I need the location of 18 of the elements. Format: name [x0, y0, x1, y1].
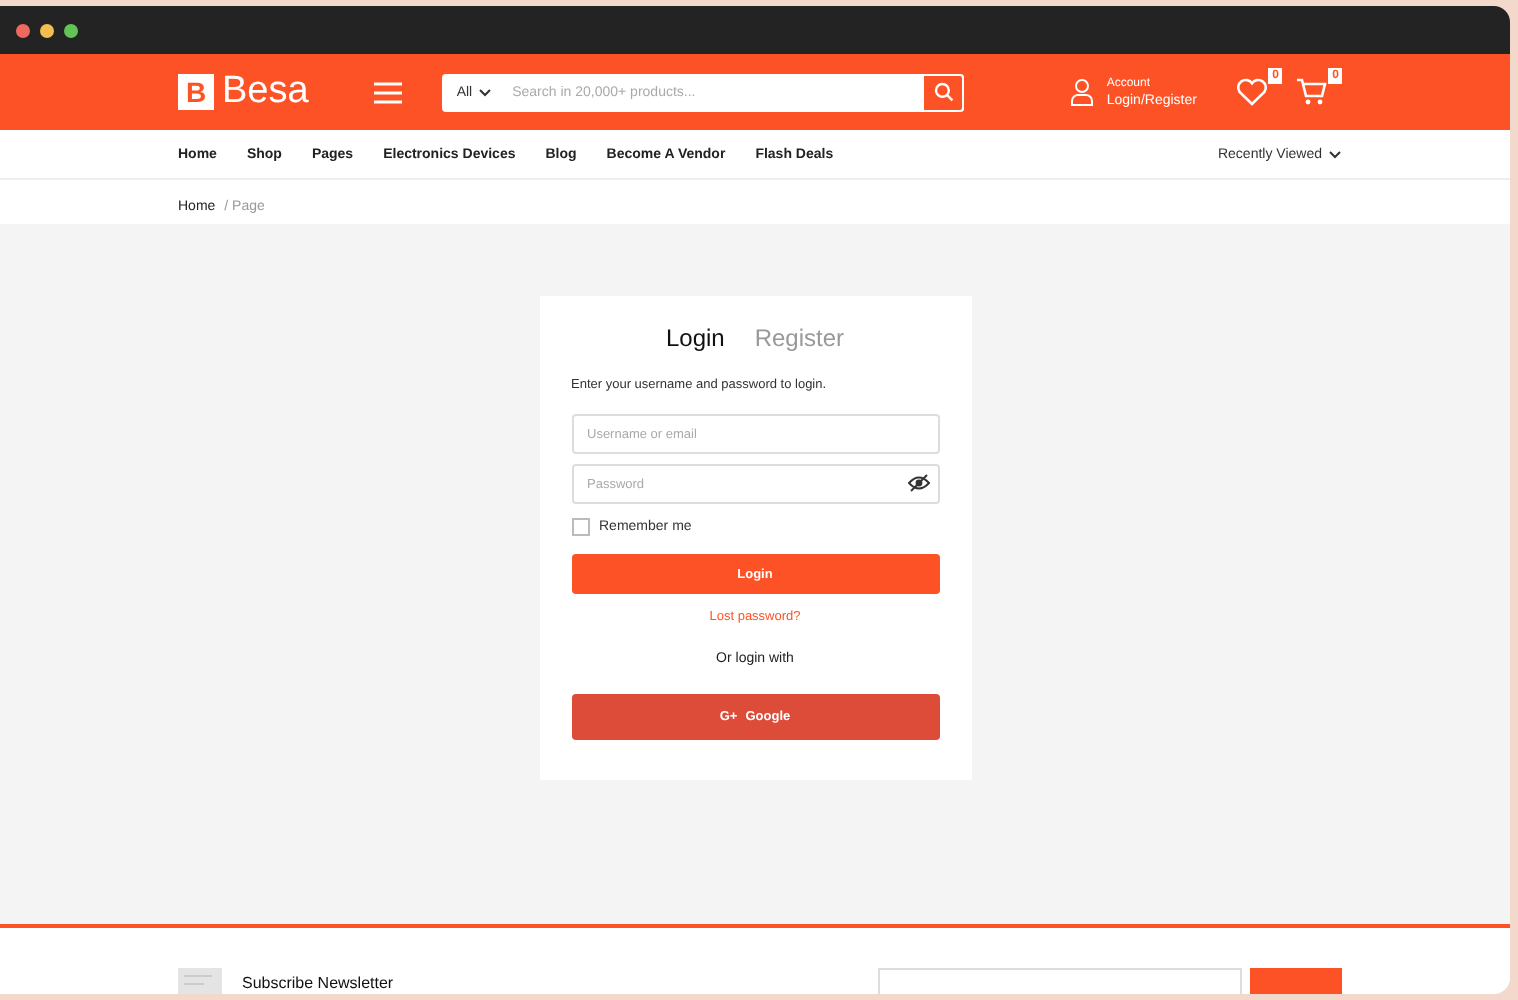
email-field[interactable]: [878, 968, 1242, 994]
heart-icon[interactable]: [1236, 78, 1269, 106]
caret-icon: [478, 87, 493, 97]
logo-mark: B: [178, 74, 214, 110]
cart-icon[interactable]: [1296, 78, 1329, 106]
search-button[interactable]: [922, 73, 965, 111]
menu-icon[interactable]: [374, 81, 403, 103]
caret-icon: [1328, 149, 1342, 159]
newsletter-title: Subscribe Newsletter: [242, 973, 394, 991]
user-icon: [1070, 78, 1095, 106]
logo-text: Besa: [222, 70, 309, 114]
eye-slash-icon[interactable]: [907, 474, 929, 492]
maximize-dot[interactable]: [64, 23, 78, 37]
remember-checkbox[interactable]: [571, 518, 589, 536]
form-tab[interactable]: Login: [665, 324, 725, 352]
minimize-dot[interactable]: [40, 23, 54, 37]
close-dot[interactable]: [16, 23, 30, 37]
search-icon: [933, 82, 954, 102]
